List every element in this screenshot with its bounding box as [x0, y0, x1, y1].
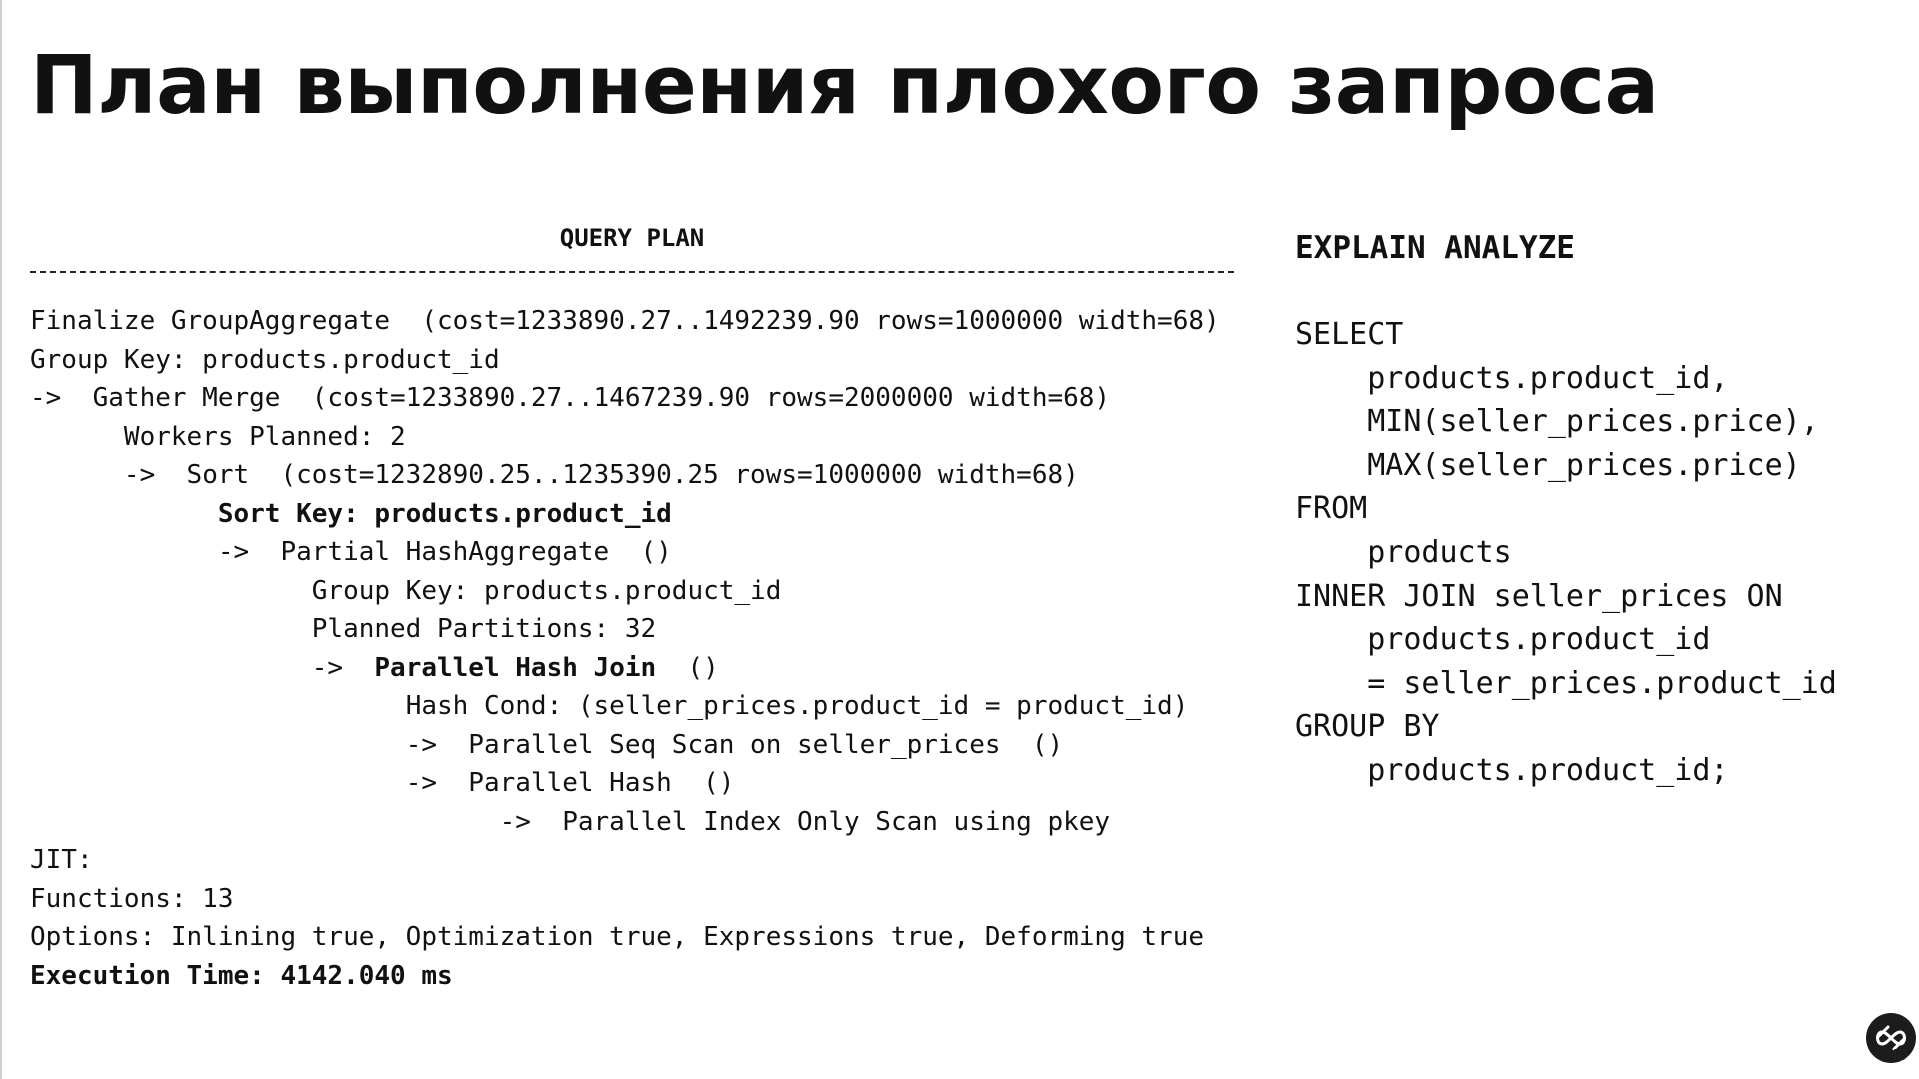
plan-line-text: Functions: 13: [30, 883, 234, 914]
plan-line-text: Execution Time: 4142.040 ms: [30, 960, 453, 991]
plan-line-text: -> Sort (cost=1232890.25..1235390.25 row…: [123, 460, 1079, 490]
plan-line-text: Finalize GroupAggregate (cost=1233890.27…: [30, 306, 1220, 336]
plan-line: Group Key: products.product_id: [30, 572, 1220, 611]
plan-line-highlight: Parallel Hash Join: [374, 652, 657, 683]
plan-line: Options: Inlining true, Optimization tru…: [30, 918, 1220, 957]
sql-line-text: GROUP BY: [1295, 709, 1440, 745]
sql-line-text: MIN(seller_prices.price),: [1367, 404, 1819, 440]
sql-line-text: products.product_id: [1367, 622, 1711, 658]
plan-line: Functions: 13: [30, 880, 1220, 919]
query-plan-divider: [30, 271, 1234, 273]
plan-line-text: Workers Planned: 2: [123, 421, 406, 452]
sql-line: FROM: [1295, 487, 1837, 531]
slide-title: План выполнения плохого запроса: [30, 39, 1659, 133]
plan-line-text: -> Partial HashAggregate (): [217, 537, 672, 567]
plan-line-tail: (): [656, 652, 719, 683]
plan-line-text: Sort Key: products.product_id: [217, 498, 672, 529]
plan-line: -> Parallel Seq Scan on seller_prices (): [30, 726, 1220, 765]
plan-line-text: Options: Inlining true, Optimization tru…: [30, 922, 1204, 952]
explain-analyze-header: EXPLAIN ANALYZE: [1295, 230, 1575, 266]
plan-line: -> Parallel Index Only Scan using pkey: [30, 803, 1220, 842]
plan-line: Planned Partitions: 32: [30, 610, 1220, 649]
sql-line-text: = seller_prices.product_id: [1367, 665, 1837, 701]
plan-line-text: Hash Cond: (seller_prices.product_id = p…: [405, 691, 1189, 721]
sql-line: MIN(seller_prices.price),: [1295, 400, 1837, 444]
sql-line-text: FROM: [1295, 491, 1368, 527]
plan-line: Execution Time: 4142.040 ms: [30, 957, 1220, 996]
plan-line: -> Gather Merge (cost=1233890.27..146723…: [30, 379, 1220, 418]
sql-line: = seller_prices.product_id: [1295, 662, 1837, 706]
plan-line: Sort Key: products.product_id: [30, 495, 1220, 534]
sql-line-text: products.product_id;: [1367, 752, 1729, 788]
plan-line: Workers Planned: 2: [30, 418, 1220, 457]
plan-line-text: Group Key: products.product_id: [30, 344, 500, 375]
query-plan-output: Finalize GroupAggregate (cost=1233890.27…: [30, 302, 1220, 995]
plan-line: Group Key: products.product_id: [30, 341, 1220, 380]
sql-line: MAX(seller_prices.price): [1295, 444, 1837, 488]
sql-line: products.product_id: [1295, 618, 1837, 662]
sql-line: GROUP BY: [1295, 705, 1837, 749]
sql-line-text: products.product_id,: [1367, 360, 1729, 396]
plan-line-text: -> Parallel Index Only Scan using pkey: [499, 806, 1111, 837]
sql-line-text: products: [1367, 534, 1512, 570]
page-number: 40: [1889, 1047, 1907, 1064]
sql-line: products.product_id,: [1295, 357, 1837, 401]
sql-line: INNER JOIN seller_prices ON: [1295, 575, 1837, 619]
plan-line: -> Parallel Hash (): [30, 764, 1220, 803]
sql-line-text: SELECT: [1295, 317, 1404, 352]
plan-line-text: ->: [311, 652, 375, 683]
slide: План выполнения плохого запроса QUERY PL…: [0, 0, 1919, 1079]
plan-line: -> Partial HashAggregate (): [30, 533, 1220, 572]
plan-line: Finalize GroupAggregate (cost=1233890.27…: [30, 302, 1220, 341]
sql-line: products: [1295, 531, 1837, 575]
sql-line: SELECT: [1295, 313, 1837, 357]
plan-line: Hash Cond: (seller_prices.product_id = p…: [30, 687, 1220, 726]
query-plan-header: QUERY PLAN: [559, 224, 705, 252]
plan-line: -> Parallel Hash Join (): [30, 649, 1220, 688]
sql-query: SELECT products.product_id, MIN(seller_p…: [1295, 313, 1837, 793]
plan-line-text: -> Parallel Hash (): [405, 768, 735, 798]
sql-line-text: INNER JOIN seller_prices ON: [1295, 578, 1783, 614]
plan-line-text: Planned Partitions: 32: [311, 614, 657, 644]
plan-line-text: JIT:: [30, 845, 93, 875]
plan-line-text: -> Parallel Seq Scan on seller_prices (): [405, 729, 1064, 760]
sql-line: products.product_id;: [1295, 749, 1837, 793]
plan-line-text: Group Key: products.product_id: [311, 575, 782, 606]
plan-line: -> Sort (cost=1232890.25..1235390.25 row…: [30, 456, 1220, 495]
plan-line: JIT:: [30, 841, 1220, 880]
left-edge-line: [0, 0, 2, 1079]
plan-line-text: -> Gather Merge (cost=1233890.27..146723…: [30, 383, 1111, 413]
sql-line-text: MAX(seller_prices.price): [1367, 447, 1801, 483]
